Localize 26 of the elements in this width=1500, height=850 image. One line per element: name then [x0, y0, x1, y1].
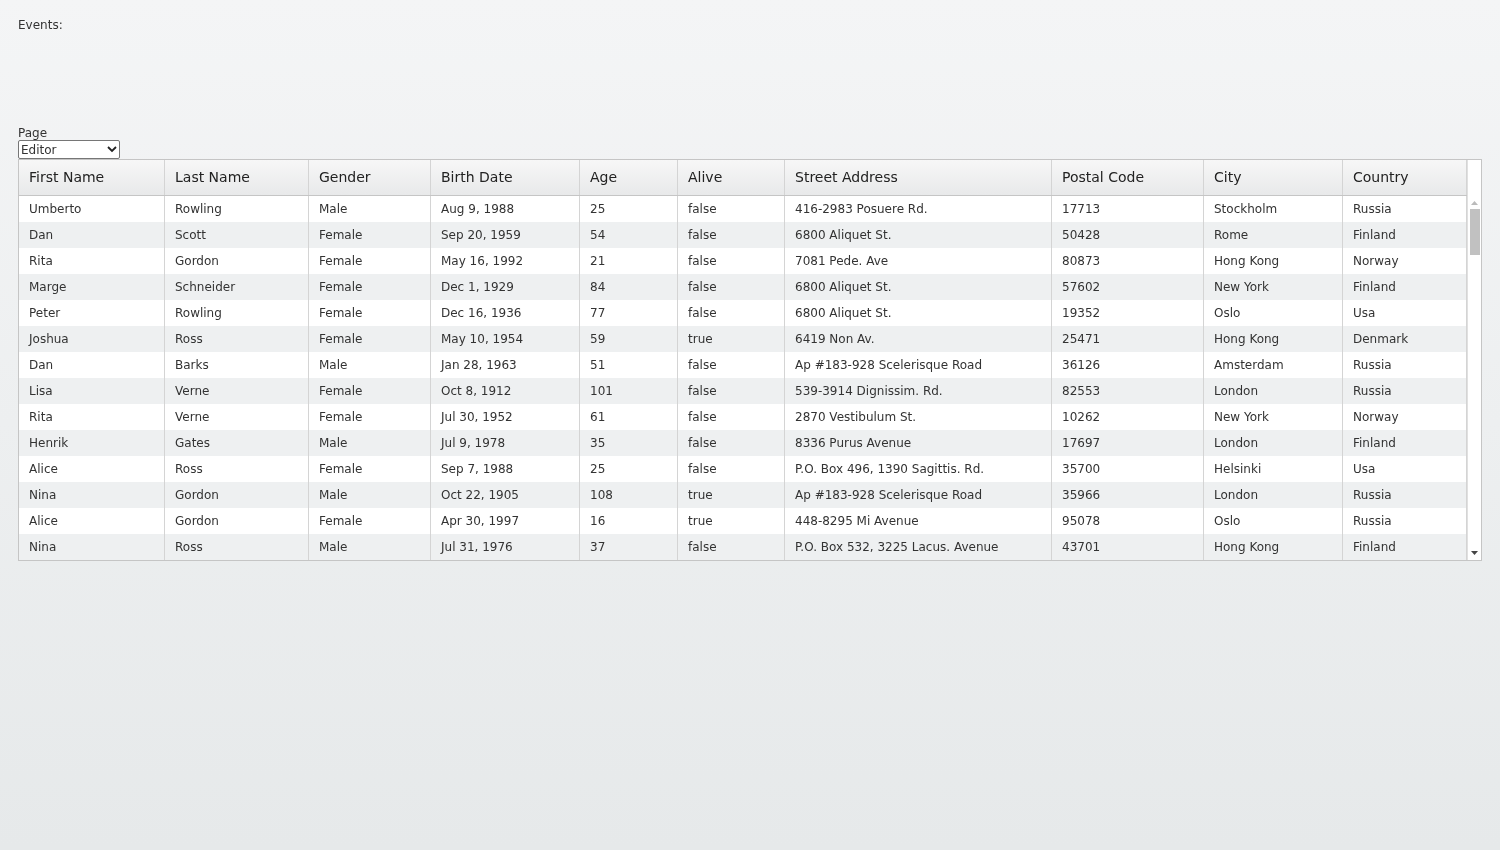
table-cell: Hong Kong: [1204, 534, 1343, 560]
column-header[interactable]: Age: [580, 160, 678, 195]
column-header[interactable]: First Name: [19, 160, 165, 195]
column-header[interactable]: Last Name: [165, 160, 309, 195]
page-select[interactable]: Editor: [18, 140, 120, 159]
table-cell: Male: [309, 534, 431, 560]
scroll-down-icon[interactable]: [1471, 550, 1478, 556]
table-cell: P.O. Box 532, 3225 Lacus. Avenue: [785, 534, 1052, 560]
scrollbar-thumb[interactable]: [1469, 209, 1480, 255]
chevron-down-icon: [107, 146, 117, 153]
column-header[interactable]: Street Address: [785, 160, 1052, 195]
column-header[interactable]: Gender: [309, 160, 431, 195]
page-label: Page: [18, 126, 48, 140]
column-header[interactable]: Postal Code: [1052, 160, 1204, 195]
column-header[interactable]: Birth Date: [431, 160, 580, 195]
table-cell: false: [678, 534, 785, 560]
column-header[interactable]: Alive: [678, 160, 785, 195]
table-cell: Jul 31, 1976: [431, 534, 580, 560]
table-cell: Ross: [165, 534, 309, 560]
events-label: Events:: [18, 17, 63, 34]
scroll-up-icon[interactable]: [1471, 200, 1478, 206]
scrollbar[interactable]: [1467, 160, 1481, 560]
table-cell: Nina: [19, 534, 165, 560]
column-header[interactable]: City: [1204, 160, 1343, 195]
table-cell: 43701: [1052, 534, 1204, 560]
table-cell: 37: [580, 534, 678, 560]
